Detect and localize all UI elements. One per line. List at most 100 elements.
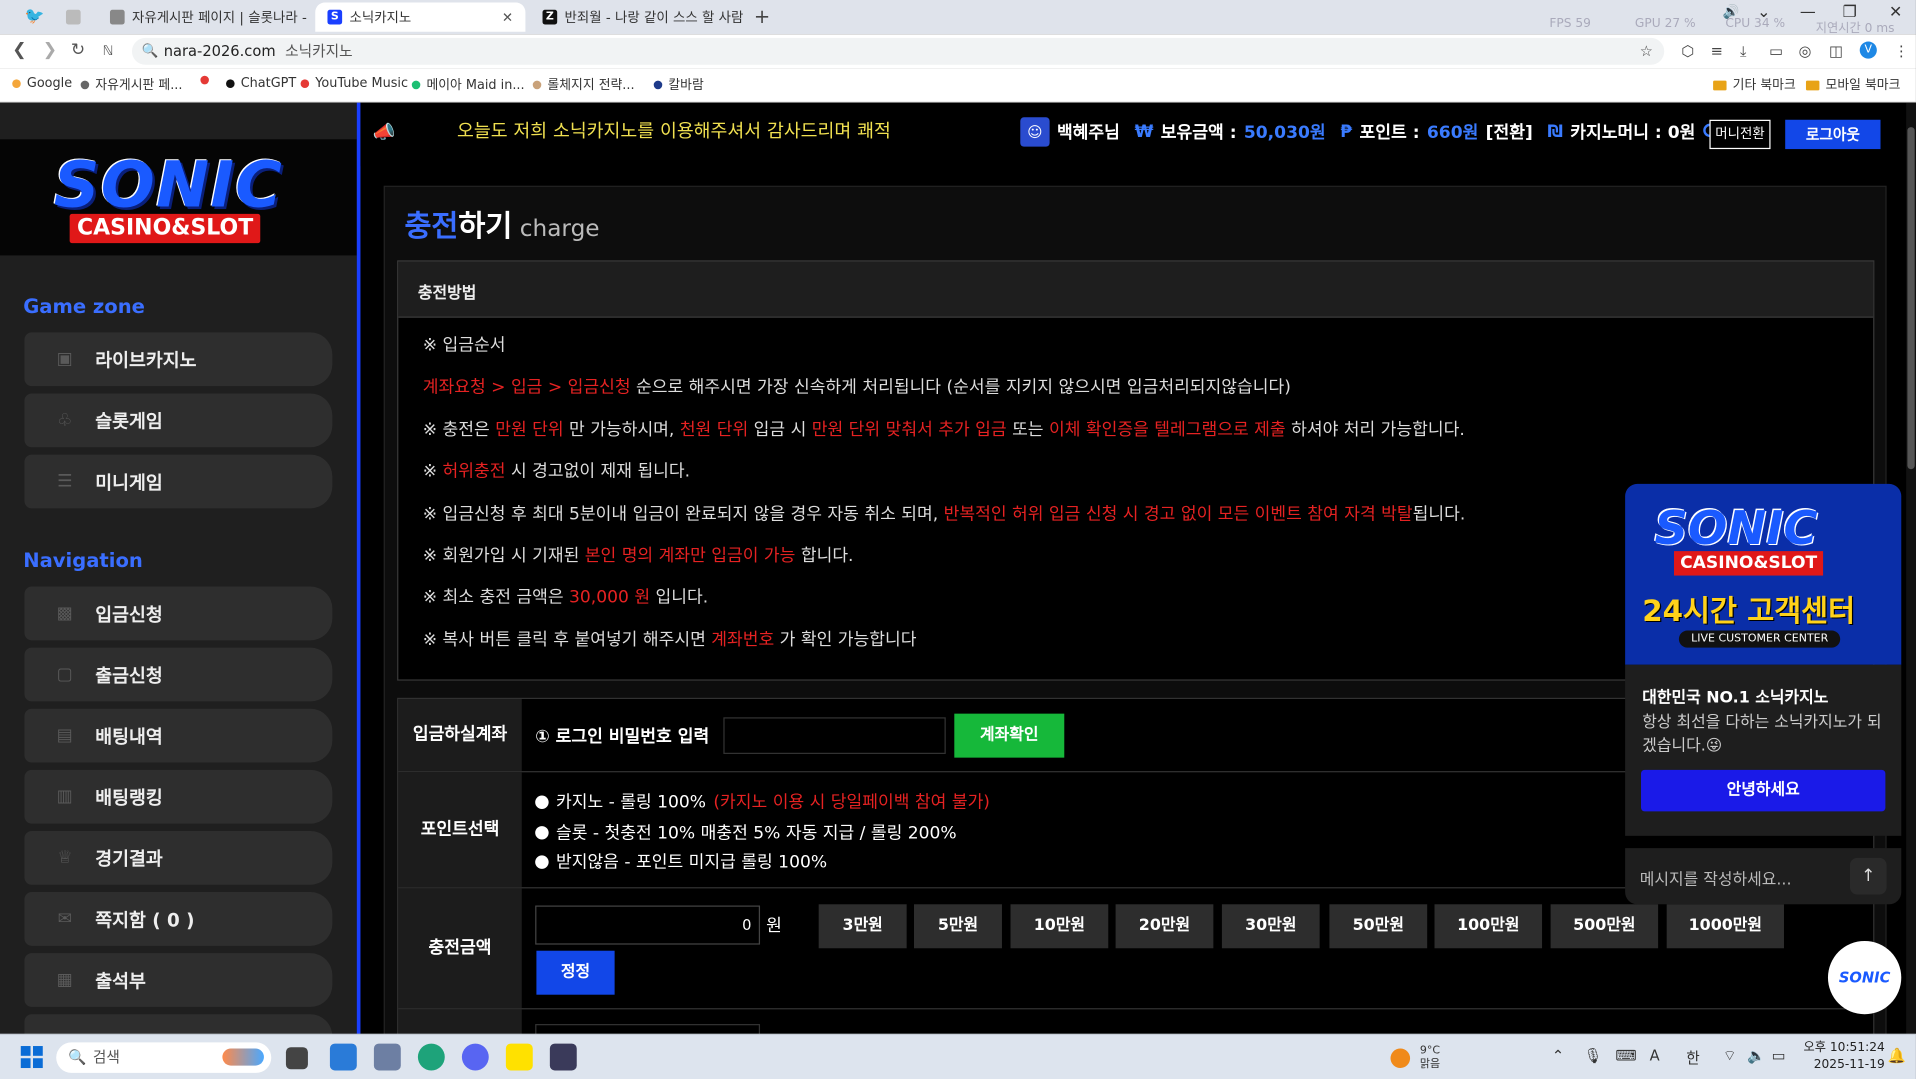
sidebar-toggle-icon[interactable]: ◫	[1829, 43, 1843, 60]
tab-other[interactable]: Z 반죄월 - 나랑 같이 스스 할 사람	[530, 2, 745, 31]
send-arrow-icon[interactable]: ↑	[1849, 857, 1887, 895]
menu-icon[interactable]: ⋮	[1894, 43, 1909, 60]
account-check-button[interactable]: 계좌확인	[954, 713, 1065, 758]
tray-chevron-icon[interactable]: ⌃	[1552, 1047, 1564, 1064]
contacts-app-icon[interactable]	[373, 1043, 401, 1071]
withdraw-icon: ▢	[56, 664, 73, 685]
photos-app-icon[interactable]	[329, 1043, 357, 1071]
keyboard-icon[interactable]: ⌨	[1615, 1047, 1636, 1064]
font-icon[interactable]: A	[1650, 1047, 1660, 1064]
bookmark-favicon-icon	[226, 78, 235, 88]
amount-preset-button[interactable]: 30만원	[1221, 904, 1320, 949]
site-logo[interactable]: SONIC CASINO&SLOT	[0, 139, 357, 256]
battery-icon[interactable]: ▭	[1772, 1047, 1786, 1064]
money-convert-button[interactable]: 머니전환	[1709, 119, 1771, 150]
ime-indicator[interactable]: 한	[1686, 1047, 1699, 1068]
sidebar-item-attendance[interactable]: ▦ 출석부	[24, 953, 333, 1007]
taskbar-search[interactable]: 🔍 검색	[56, 1042, 272, 1073]
speaker-icon[interactable]: 🔊	[1723, 4, 1740, 20]
microphone-icon[interactable]: 🎙	[1584, 1047, 1603, 1064]
browser-logo-icon[interactable]: 🐦	[24, 7, 48, 27]
bookmark-item[interactable]: 롤체지지 전략...	[532, 76, 635, 94]
home-icon[interactable]: ℕ	[103, 43, 114, 59]
back-icon[interactable]: ❮	[12, 40, 26, 60]
close-tab-icon[interactable]: ✕	[502, 9, 513, 25]
sidebar-item-results[interactable]: ♕ 경기결과	[24, 830, 333, 885]
sidebar-item-minigame[interactable]: ☰ 미니게임	[24, 454, 333, 509]
reload-icon[interactable]: ↻	[71, 40, 85, 60]
chat-launcher-button[interactable]: SONIC	[1827, 940, 1902, 1015]
os-taskbar: 🔍 검색 9°C 맑음 ⌃ 🎙 ⌨ A 한 ⌔ 🔈 ▭ 오후 10:51:24 2…	[0, 1033, 1916, 1079]
sidebar-item-bet-ranking[interactable]: ▥ 배팅랭킹	[24, 769, 333, 824]
system-clock[interactable]: 오후 10:51:24 2025-11-19	[1804, 1040, 1885, 1074]
tab-community[interactable]: 자유게시판 페이지 | 슬롯나라 -	[98, 2, 313, 31]
reading-list-icon[interactable]: ≡	[1711, 43, 1723, 60]
edge-browser-icon[interactable]	[417, 1043, 445, 1071]
amount-preset-button[interactable]: 5만원	[913, 904, 1002, 949]
point-convert-link[interactable]: [전환]	[1486, 120, 1533, 144]
bookmark-item[interactable]: ChatGPT	[226, 76, 296, 90]
task-view-icon[interactable]	[285, 1047, 308, 1070]
sidebar-item-withdraw[interactable]: ▢ 출금신청	[24, 647, 333, 702]
point-value: 660원	[1426, 123, 1479, 143]
discord-app-icon[interactable]	[461, 1043, 489, 1071]
minimize-icon[interactable]: —	[1800, 4, 1816, 22]
amount-preset-button[interactable]: 10만원	[1010, 904, 1109, 949]
chat-banner-logo: SONIC	[1654, 501, 1818, 555]
notice-marquee: 오늘도 저희 소닉카지노를 이용해주셔서 감사드리며 쾌적	[456, 119, 891, 142]
reset-button[interactable]: 정정	[536, 950, 615, 995]
bookmark-star-icon[interactable]: ☆	[1640, 43, 1653, 60]
bookmark-favicon-icon	[12, 78, 21, 88]
windows-start-icon[interactable]	[20, 1046, 43, 1069]
bookmark-item[interactable]: 메이아 Maid in...	[411, 76, 525, 94]
kakaotalk-app-icon[interactable]	[505, 1043, 533, 1071]
capture-icon[interactable]: ▭	[1769, 43, 1783, 60]
amount-input[interactable]: 0	[535, 905, 761, 945]
weather-widget[interactable]: 9°C 맑음	[1390, 1045, 1440, 1072]
game-app-icon[interactable]	[549, 1043, 577, 1071]
forward-icon[interactable]: ❯	[43, 40, 57, 60]
bookmark-folder[interactable]: 기타 북마크	[1713, 76, 1796, 94]
bookmark-item[interactable]: Google	[12, 76, 72, 90]
slot-icon: ♧	[57, 410, 73, 431]
sidebar-item-deposit[interactable]: ▩ 입금신청	[24, 586, 333, 641]
amount-preset-button[interactable]: 100만원	[1434, 904, 1543, 949]
url-bar[interactable]: 🔍 nara-2026.com 소닉카지노	[131, 37, 1665, 65]
profile-avatar[interactable]: V	[1859, 41, 1877, 59]
bookmark-item[interactable]: YouTube Music	[300, 76, 408, 90]
maximize-icon[interactable]: ❐	[1843, 4, 1857, 22]
volume-icon[interactable]: 🔈	[1747, 1047, 1765, 1064]
sidebar-item-slot[interactable]: ♧ 슬롯게임	[24, 393, 333, 448]
download-icon[interactable]: ⤓	[1740, 43, 1746, 61]
bookmark-item[interactable]	[200, 75, 209, 85]
bookmark-folder[interactable]: 모바일 북마크	[1805, 76, 1900, 94]
wifi-icon[interactable]: ⌔	[1723, 1047, 1737, 1065]
screenshot-icon[interactable]: ◎	[1799, 43, 1812, 60]
sidebar-item-bet-history[interactable]: ▤ 배팅내역	[24, 708, 333, 763]
scrollbar-thumb[interactable]	[1907, 127, 1915, 470]
chat-hello-button[interactable]: 안녕하세요	[1641, 769, 1886, 812]
method-line-segment: 만 가능하시며,	[563, 420, 680, 440]
logout-button[interactable]: 로그아웃	[1785, 119, 1881, 150]
tab-0[interactable]	[54, 2, 91, 31]
amount-preset-button[interactable]: 3만원	[818, 904, 907, 949]
bookmark-item[interactable]: 칼바람	[653, 76, 704, 94]
point-option-none[interactable]: 받지않음 - 포인트 미지급 롤링 100%	[535, 849, 827, 873]
sidebar-item-live-casino[interactable]: ▣ 라이브카지노	[24, 332, 333, 387]
password-input[interactable]	[723, 717, 946, 754]
close-window-icon[interactable]: ✕	[1889, 4, 1902, 22]
amount-preset-button[interactable]: 20만원	[1115, 904, 1214, 949]
point-option-casino[interactable]: 카지노 - 롤링 100% (카지노 이용 시 당일페이백 참여 불가)	[535, 789, 990, 813]
notification-bell-icon[interactable]: 🔔	[1888, 1047, 1906, 1064]
sidebar-item-messages[interactable]: ✉ 쪽지함 ( 0 )	[24, 892, 333, 946]
extensions-icon[interactable]: ⬡	[1681, 43, 1694, 60]
point-option-slot[interactable]: 슬롯 - 첫충전 10% 매충전 5% 자동 지급 / 롤링 200%	[535, 820, 957, 844]
url-text: nara-2026.com	[163, 42, 276, 60]
chevron-down-icon[interactable]: ⌄	[1757, 4, 1770, 22]
chat-input[interactable]: 메시지를 작성하세요... ↑	[1625, 848, 1902, 905]
amount-preset-button[interactable]: 50만원	[1329, 904, 1428, 949]
method-line-segment: 됩니다.	[1412, 504, 1466, 525]
tab-sonic[interactable]: S 소닉카지노 ✕	[315, 2, 526, 32]
new-tab-icon[interactable]: +	[754, 5, 770, 28]
bookmark-item[interactable]: 자유게시판 페...	[80, 76, 182, 94]
